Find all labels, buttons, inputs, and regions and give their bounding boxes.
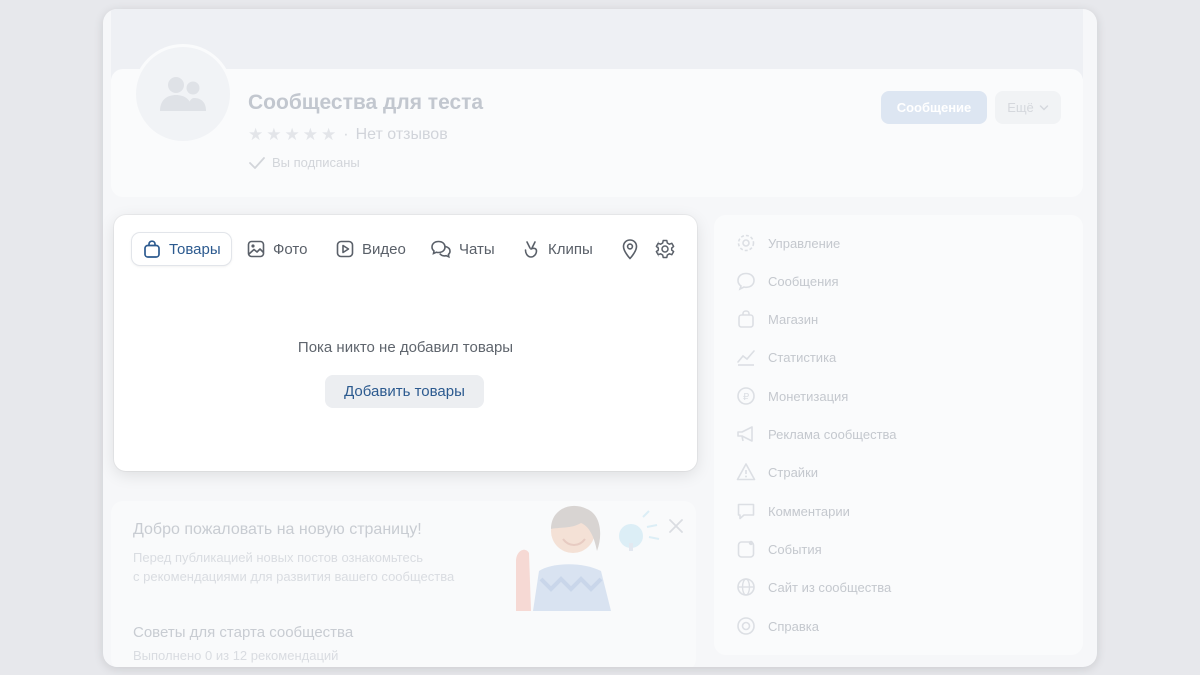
sidebar-item-label: Сайт из сообщества bbox=[768, 579, 892, 595]
gear-icon bbox=[655, 239, 675, 259]
tab-label: Товары bbox=[169, 240, 221, 258]
subscribed-label: Вы подписаны bbox=[272, 155, 360, 170]
rating-separator: · bbox=[343, 126, 349, 143]
sidebar-item-messages[interactable]: Сообщения bbox=[736, 269, 839, 293]
sidebar-item-shop[interactable]: Магазин bbox=[736, 307, 818, 331]
community-avatar[interactable] bbox=[133, 44, 233, 144]
megaphone-icon bbox=[737, 426, 753, 442]
tab-chats[interactable]: Чаты bbox=[430, 233, 495, 265]
tab-label: Видео bbox=[362, 240, 406, 258]
tab-video[interactable]: Видео bbox=[335, 233, 406, 265]
event-icon bbox=[737, 540, 755, 558]
sidebar-item-help[interactable]: Справка bbox=[736, 614, 819, 638]
star-icon: ★ bbox=[302, 125, 318, 144]
help-icon bbox=[737, 617, 755, 635]
subscribed-status[interactable]: Вы подписаны bbox=[248, 155, 360, 170]
sidebar-item-statistics[interactable]: Статистика bbox=[736, 345, 836, 369]
globe-icon bbox=[737, 578, 755, 596]
comment-icon bbox=[737, 503, 755, 520]
sidebar-item-website[interactable]: Сайт из сообщества bbox=[736, 575, 891, 599]
location-icon bbox=[622, 239, 638, 260]
sidebar-item-label: Страйки bbox=[768, 464, 819, 480]
tab-label: Клипы bbox=[548, 240, 593, 258]
sidebar-item-label: Сообщения bbox=[768, 273, 839, 289]
sidebar-item-strikes[interactable]: Страйки bbox=[736, 460, 818, 484]
sidebar-item-comments[interactable]: Комментарии bbox=[736, 499, 850, 523]
close-icon[interactable] bbox=[667, 517, 685, 535]
sidebar-item-label: Монетизация bbox=[768, 388, 849, 404]
welcome-description: Перед публикацией новых постов ознакомьт… bbox=[133, 548, 503, 586]
tips-progress: Выполнено 0 из 12 рекомендаций bbox=[133, 648, 339, 663]
svg-text:₽: ₽ bbox=[743, 392, 750, 403]
sidebar-item-label: Управление bbox=[768, 235, 841, 251]
bag-icon bbox=[144, 240, 160, 258]
tab-goods[interactable]: Товары bbox=[132, 233, 231, 265]
tab-settings[interactable] bbox=[653, 237, 677, 261]
sidebar-item-label: Справка bbox=[768, 618, 819, 634]
image-icon bbox=[247, 240, 265, 258]
star-icon: ★ bbox=[266, 125, 282, 144]
star-icon: ★ bbox=[248, 125, 264, 144]
welcome-description-line: с рекомендациями для развития вашего соо… bbox=[133, 569, 455, 584]
sidebar-item-label: Статистика bbox=[768, 349, 837, 365]
sidebar-menu: Управление Сообщения Магазин Статистика bbox=[714, 215, 1083, 655]
add-goods-button[interactable]: Добавить товары bbox=[325, 375, 484, 408]
bag-icon bbox=[738, 310, 754, 328]
more-label: Ещё bbox=[1007, 100, 1034, 115]
sidebar-item-label: Комментарии bbox=[768, 503, 850, 519]
welcome-description-line: Перед публикацией новых постов ознакомьт… bbox=[133, 550, 423, 565]
star-icon: ★ bbox=[321, 125, 337, 144]
rating-row[interactable]: ★ ★ ★ ★ ★ · Нет отзывов bbox=[248, 125, 448, 145]
checkmark-icon bbox=[249, 156, 265, 169]
chats-icon bbox=[431, 240, 451, 259]
welcome-title: Добро пожаловать на новую страницу! bbox=[133, 521, 422, 538]
warning-icon bbox=[736, 463, 756, 481]
tips-title[interactable]: Советы для старта сообщества bbox=[133, 624, 353, 641]
tab-clips[interactable]: Клипы bbox=[521, 233, 593, 265]
star-icon: ★ bbox=[284, 125, 300, 144]
tab-location[interactable] bbox=[618, 237, 642, 261]
content-tabs-card: Товары Фото Видео Чаты Клипы Пока никто … bbox=[114, 215, 697, 471]
more-button[interactable]: Ещё bbox=[995, 91, 1061, 124]
community-name: Сообщества для теста bbox=[248, 91, 484, 114]
tab-label: Чаты bbox=[459, 240, 495, 258]
clips-icon bbox=[524, 241, 538, 258]
group-icon bbox=[160, 77, 206, 111]
welcome-illustration bbox=[516, 505, 660, 611]
message-button[interactable]: Сообщение bbox=[881, 91, 987, 124]
video-icon bbox=[336, 240, 354, 258]
sidebar-item-label: Магазин bbox=[768, 311, 819, 327]
sidebar-item-management[interactable]: Управление bbox=[736, 231, 840, 255]
empty-state-text: Пока никто не добавил товары bbox=[297, 339, 514, 356]
chevron-down-icon bbox=[1039, 104, 1049, 111]
sidebar-item-ads[interactable]: Реклама сообщества bbox=[736, 422, 897, 446]
reviews-text: Нет отзывов bbox=[355, 126, 448, 143]
gear-icon bbox=[737, 234, 755, 252]
welcome-card: Добро пожаловать на новую страницу! Пере… bbox=[111, 501, 696, 667]
sidebar-item-label: События bbox=[768, 541, 822, 557]
ruble-icon: ₽ bbox=[737, 387, 755, 405]
chart-icon bbox=[737, 350, 755, 366]
tab-photo[interactable]: Фото bbox=[246, 233, 307, 265]
sidebar-item-label: Реклама сообщества bbox=[768, 426, 897, 442]
sidebar-item-events[interactable]: События bbox=[736, 537, 822, 561]
tab-label: Фото bbox=[273, 240, 308, 258]
sidebar-item-monetization[interactable]: ₽ Монетизация bbox=[736, 384, 848, 408]
message-icon bbox=[737, 272, 755, 291]
